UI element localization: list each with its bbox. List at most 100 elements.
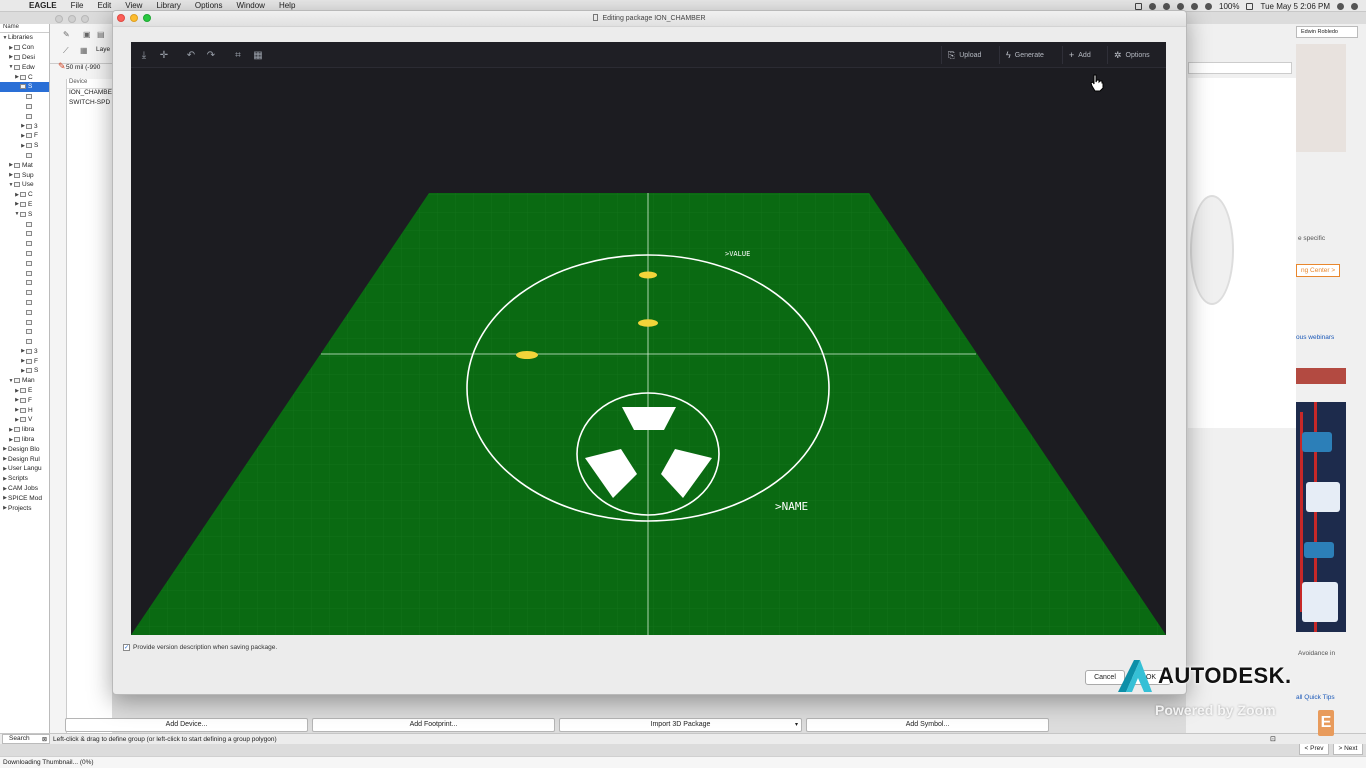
tree-item[interactable]: ▶ SPICE Mod — [0, 493, 49, 503]
tree-item[interactable] — [0, 229, 49, 239]
close-icon[interactable] — [55, 15, 63, 23]
next-button[interactable]: > Next — [1333, 743, 1363, 755]
tree-item[interactable]: ▶ E — [0, 200, 49, 210]
tree-item[interactable] — [0, 151, 49, 161]
address-field[interactable] — [1188, 62, 1292, 74]
tree-item[interactable]: ▼ Use — [0, 180, 49, 190]
device-list-header[interactable]: Device — [67, 79, 112, 89]
add-button[interactable]: + Add — [1062, 46, 1097, 64]
upload-button[interactable]: ⎘ Upload — [941, 46, 987, 64]
minimize-icon[interactable] — [68, 15, 76, 23]
tree-item[interactable] — [0, 298, 49, 308]
save-icon[interactable]: ▣ — [83, 30, 91, 39]
quick-tips-link[interactable]: all Quick Tips — [1296, 694, 1335, 701]
device-item-switch-spdt[interactable]: SWITCH-SPD — [67, 99, 112, 109]
tree-item[interactable] — [0, 92, 49, 102]
tree-item[interactable]: ▶ Mat — [0, 160, 49, 170]
import-3d-package-button[interactable]: Import 3D Package ▾ — [559, 718, 802, 732]
grid-icon[interactable]: ▦ — [80, 46, 88, 55]
tree-item[interactable]: ▶ Design Blo — [0, 444, 49, 454]
tree-item[interactable]: ▶ CAM Jobs — [0, 484, 49, 494]
tree-item[interactable]: ▼ Man — [0, 376, 49, 386]
spotlight-icon[interactable] — [1337, 2, 1344, 10]
tree-item[interactable]: ▼ Edw — [0, 62, 49, 72]
menu-clock[interactable]: Tue May 5 2:06 PM — [1260, 2, 1330, 11]
3d-package-viewer[interactable]: ⤓ ✛ ↶ ↷ ⌗ ▦ ⎘ Upload ϟ Generate + Add ✲ Opti… — [131, 42, 1166, 635]
menu-library[interactable]: Library — [149, 1, 187, 10]
tree-item[interactable] — [0, 111, 49, 121]
tree-item[interactable]: ▶ 3 — [0, 347, 49, 357]
tray-cloud-icon[interactable] — [1177, 2, 1185, 10]
tree-item[interactable]: ▶ H — [0, 405, 49, 415]
options-button[interactable]: ✲ Options — [1107, 46, 1156, 64]
dialog-close-icon[interactable] — [117, 14, 125, 22]
tree-item[interactable] — [0, 219, 49, 229]
pad-3[interactable] — [516, 351, 538, 359]
tree-item[interactable]: ▶ User Langu — [0, 464, 49, 474]
redo-icon[interactable]: ↷ — [204, 42, 218, 68]
tree-item[interactable] — [0, 239, 49, 249]
device-item-ion-chamber[interactable]: ION_CHAMBE — [67, 89, 112, 99]
menu-file[interactable]: File — [64, 1, 91, 10]
tree-item[interactable]: ▶ F — [0, 395, 49, 405]
tree-item[interactable] — [0, 327, 49, 337]
tree-item[interactable] — [0, 258, 49, 268]
tree-item[interactable] — [0, 307, 49, 317]
tree-item[interactable]: ▶ libra — [0, 435, 49, 445]
tree-item[interactable] — [0, 317, 49, 327]
tree-item[interactable] — [0, 337, 49, 347]
tree-item[interactable] — [0, 288, 49, 298]
tray-app-icon[interactable] — [1135, 2, 1143, 10]
tree-item[interactable]: ▶ F — [0, 131, 49, 141]
tree-item[interactable] — [0, 249, 49, 259]
tree-item[interactable]: ▶ 3 — [0, 121, 49, 131]
tree-item[interactable]: ▶ Projects — [0, 503, 49, 513]
undo-icon[interactable]: ↶ — [184, 42, 198, 68]
dialog-minimize-icon[interactable] — [130, 14, 138, 22]
tree-item[interactable]: ▶ V — [0, 415, 49, 425]
tree-item[interactable] — [0, 268, 49, 278]
tree-item[interactable]: ▶ F — [0, 356, 49, 366]
tree-item[interactable] — [0, 278, 49, 288]
tree-item[interactable]: ▶ C — [0, 190, 49, 200]
menu-window[interactable]: Window — [229, 1, 271, 10]
notification-icon[interactable] — [1351, 2, 1358, 10]
generate-button[interactable]: ϟ Generate — [999, 46, 1050, 64]
menu-help[interactable]: Help — [272, 1, 302, 10]
tree-item[interactable]: ▶ E — [0, 386, 49, 396]
tree-item[interactable]: ▼ S — [0, 209, 49, 219]
pad-2[interactable] — [638, 319, 658, 327]
user-account-button[interactable]: Edwin Robledo — [1296, 26, 1358, 38]
menu-edit[interactable]: Edit — [90, 1, 118, 10]
add-symbol-button[interactable]: Add Symbol... — [806, 718, 1049, 732]
tray-wifi-icon[interactable] — [1205, 2, 1213, 10]
grid-size-label[interactable]: 50 mil (-990 — [66, 64, 116, 71]
3d-scene[interactable]: >VALUE >NAME — [131, 68, 1166, 635]
version-checkbox[interactable]: ✓ — [123, 644, 130, 651]
tree-item[interactable]: ▶ C — [0, 72, 49, 82]
battery-percent[interactable]: 100% — [1219, 2, 1239, 11]
add-device-button[interactable]: Add Device... — [65, 718, 308, 732]
tray-record-icon[interactable] — [1149, 2, 1157, 10]
fit-view-icon[interactable]: ⌗ — [231, 42, 245, 68]
tree-item[interactable]: ▶ S — [0, 366, 49, 376]
tree-header[interactable]: Name — [0, 24, 49, 33]
tree-item[interactable]: ▶ Design Rul — [0, 454, 49, 464]
wand-icon[interactable]: ⟋ — [63, 46, 69, 56]
tree-item[interactable]: ▶ Con — [0, 43, 49, 53]
grid-view-icon[interactable]: ▦ — [251, 42, 265, 68]
pen-icon[interactable]: ✎ — [63, 30, 70, 39]
add-footprint-button[interactable]: Add Footprint... — [312, 718, 555, 732]
pencil-icon[interactable]: ✎ — [58, 61, 66, 72]
dialog-zoom-icon[interactable] — [143, 14, 151, 22]
pad-1[interactable] — [639, 271, 657, 279]
print-icon[interactable]: ▤ — [97, 30, 105, 39]
tray-bluetooth-icon[interactable] — [1191, 2, 1199, 10]
prev-button[interactable]: < Prev — [1299, 743, 1329, 755]
menu-options[interactable]: Options — [188, 1, 230, 10]
tree-item[interactable]: S — [0, 81, 49, 92]
tray-dropbox-icon[interactable] — [1163, 2, 1171, 10]
tree-item[interactable]: ▶ libra — [0, 425, 49, 435]
webinars-link[interactable]: ous webinars — [1296, 334, 1334, 341]
tree-item[interactable]: ▶ Desi — [0, 53, 49, 63]
